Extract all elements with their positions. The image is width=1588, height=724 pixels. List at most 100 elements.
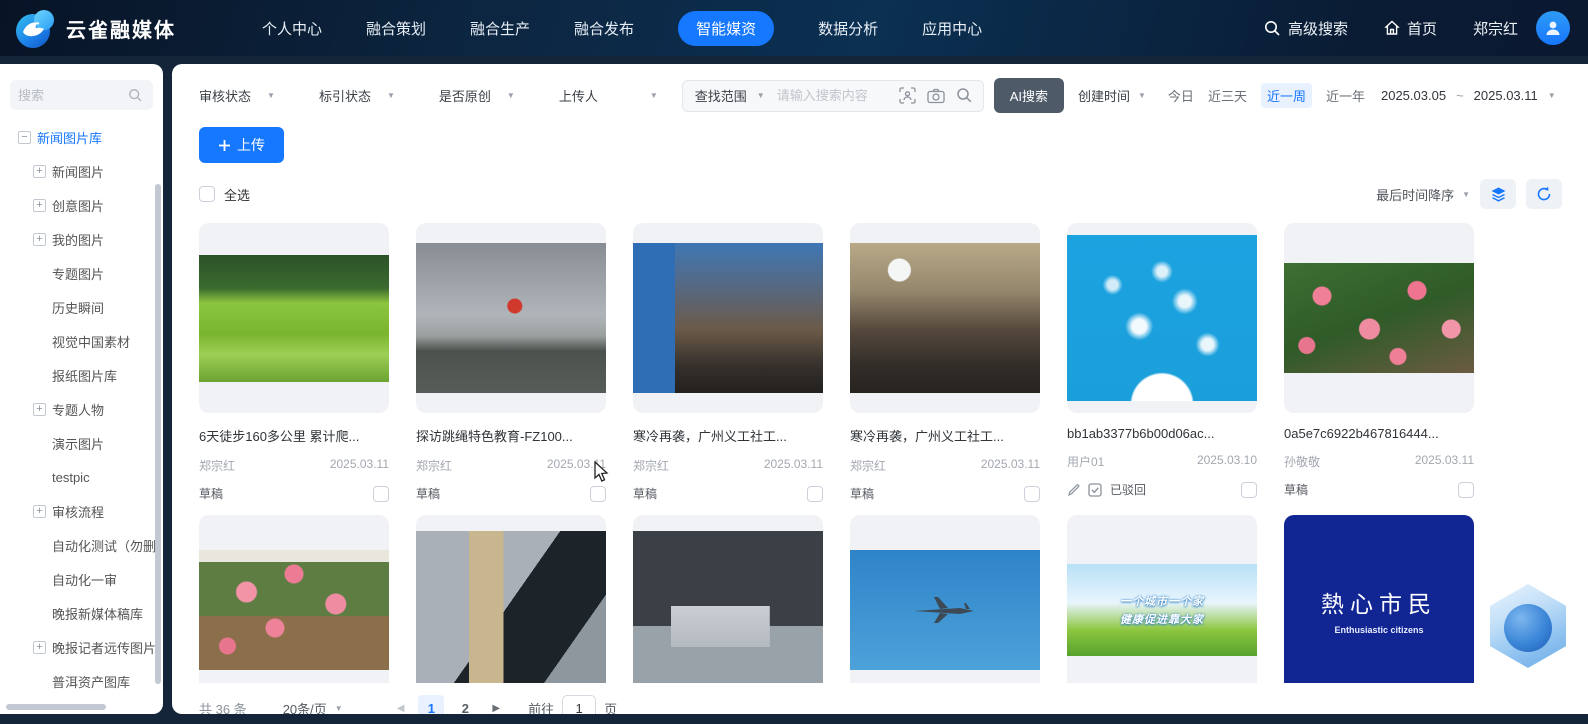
page-number-1-active[interactable]: 1 (418, 695, 444, 714)
tree-item-automation-test[interactable]: 自动化测试（勿删 (0, 528, 163, 562)
sidebar-search-box[interactable] (10, 80, 153, 110)
nav-item-planning[interactable]: 融合策划 (366, 11, 426, 46)
card-thumbnail[interactable] (199, 515, 389, 683)
edit-pencil-icon[interactable] (1067, 483, 1081, 497)
card-thumbnail[interactable] (416, 223, 606, 413)
card-thumbnail[interactable] (1067, 223, 1257, 413)
tree-item-topic-images[interactable]: 专题图片 (0, 256, 163, 290)
expand-icon[interactable]: + (33, 505, 46, 518)
user-avatar[interactable] (1536, 11, 1570, 45)
nav-item-app-center[interactable]: 应用中心 (922, 11, 982, 46)
select-all-checkbox[interactable] (199, 186, 215, 202)
search-icon[interactable] (956, 87, 973, 104)
tree-item-news-images[interactable]: +新闻图片 (0, 154, 163, 188)
tree-item-history-moments[interactable]: 历史瞬间 (0, 290, 163, 324)
upload-button[interactable]: 上传 (199, 127, 284, 163)
image-card[interactable] (850, 515, 1040, 683)
sidebar-vertical-scrollbar[interactable] (155, 184, 161, 684)
filter-original[interactable]: 是否原创▼ (439, 86, 515, 105)
tree-item-creative-images[interactable]: +创意图片 (0, 188, 163, 222)
time-field-dropdown[interactable]: 创建时间▼ (1078, 86, 1146, 105)
layers-view-button[interactable] (1480, 179, 1516, 209)
card-checkbox[interactable] (807, 486, 823, 502)
expand-icon[interactable]: + (33, 403, 46, 416)
card-checkbox[interactable] (1241, 482, 1257, 498)
face-search-icon[interactable] (899, 87, 916, 104)
date-to[interactable]: 2025.03.11 (1474, 88, 1538, 103)
prev-page-button[interactable]: ◀ (387, 703, 415, 714)
card-title[interactable]: 6天徒步160多公里 累计爬... (199, 426, 389, 445)
nav-item-personal[interactable]: 个人中心 (262, 11, 322, 46)
nav-item-production[interactable]: 融合生产 (470, 11, 530, 46)
card-thumbnail[interactable]: 一个城市一个家 健康促进靠大家 (1067, 515, 1257, 683)
advanced-search-link[interactable]: 高级搜索 (1264, 18, 1348, 39)
nav-item-data-analysis[interactable]: 数据分析 (818, 11, 878, 46)
image-card[interactable] (416, 515, 606, 683)
card-checkbox[interactable] (1024, 486, 1040, 502)
keyword-search-input[interactable] (777, 88, 895, 103)
refresh-button[interactable] (1526, 179, 1562, 209)
goto-page-input[interactable] (562, 695, 596, 714)
card-title[interactable]: bb1ab3377b6b00d06ac... (1067, 426, 1257, 441)
card-thumbnail[interactable] (633, 223, 823, 413)
nav-item-publishing[interactable]: 融合发布 (574, 11, 634, 46)
image-card[interactable] (633, 515, 823, 683)
tree-item-my-images[interactable]: +我的图片 (0, 222, 163, 256)
home-link[interactable]: 首页 (1384, 18, 1437, 39)
expand-icon[interactable]: + (33, 233, 46, 246)
tree-item-news-library[interactable]: −新闻图片库 (0, 120, 163, 154)
tree-item-newspaper-library[interactable]: 报纸图片库 (0, 358, 163, 392)
image-card[interactable]: 寒冷再袭，广州义工社工... 郑宗红2025.03.11 草稿 (850, 223, 1040, 502)
ai-search-button[interactable]: AI搜索 (994, 78, 1064, 113)
tree-item-evening-news-media[interactable]: 晚报新媒体稿库 (0, 596, 163, 630)
tree-item-testpic[interactable]: testpic (0, 460, 163, 494)
page-size-dropdown[interactable]: 20条/页▼ (283, 699, 343, 715)
card-title[interactable]: 寒冷再袭，广州义工社工... (633, 426, 823, 445)
brand[interactable]: 云雀融媒体 (16, 10, 176, 46)
page-number-2[interactable]: 2 (452, 695, 478, 714)
range-3days[interactable]: 近三天 (1208, 86, 1247, 105)
image-card[interactable]: bb1ab3377b6b00d06ac... 用户012025.03.10 已驳… (1067, 223, 1257, 502)
tree-item-topic-people[interactable]: +专题人物 (0, 392, 163, 426)
card-checkbox[interactable] (590, 486, 606, 502)
filter-review-status[interactable]: 审核状态▼ (199, 86, 275, 105)
collapse-icon[interactable]: − (18, 131, 31, 144)
tree-item-vcg-material[interactable]: 视觉中国素材 (0, 324, 163, 358)
date-from[interactable]: 2025.03.05 (1381, 88, 1446, 103)
sidebar-horizontal-scrollbar[interactable] (6, 704, 106, 710)
tree-item-review-flow[interactable]: +审核流程 (0, 494, 163, 528)
card-title[interactable]: 寒冷再袭，广州义工社工... (850, 426, 1040, 445)
image-card[interactable] (199, 515, 389, 683)
image-card[interactable]: 寒冷再袭，广州义工社工... 郑宗红2025.03.11 草稿 (633, 223, 823, 502)
next-page-button[interactable]: ▶ (482, 703, 510, 714)
image-card[interactable]: 一个城市一个家 健康促进靠大家 (1067, 515, 1257, 683)
range-today[interactable]: 今日 (1168, 86, 1194, 105)
expand-icon[interactable]: + (33, 641, 46, 654)
tree-item-demo-images[interactable]: 演示图片 (0, 426, 163, 460)
search-scope-dropdown[interactable]: 查找范围▼ (695, 86, 765, 105)
expand-icon[interactable]: + (33, 165, 46, 178)
card-thumbnail[interactable] (850, 515, 1040, 683)
filter-uploader[interactable]: 上传人▼ (559, 86, 658, 105)
card-thumbnail[interactable]: 熱心市民 Enthusiastic citizens (1284, 515, 1474, 683)
sidebar-search-input[interactable] (18, 88, 128, 103)
expand-icon[interactable]: + (33, 199, 46, 212)
image-card[interactable]: 熱心市民 Enthusiastic citizens (1284, 515, 1474, 683)
card-checkbox[interactable] (373, 486, 389, 502)
nav-item-smart-media-active[interactable]: 智能媒资 (678, 11, 774, 46)
sort-dropdown[interactable]: 最后时间降序▼ (1376, 185, 1470, 204)
card-thumbnail[interactable] (1284, 223, 1474, 413)
card-thumbnail[interactable] (633, 515, 823, 683)
username[interactable]: 郑宗红 (1473, 18, 1518, 39)
range-week-active[interactable]: 近一周 (1261, 83, 1312, 108)
card-checkbox[interactable] (1458, 482, 1474, 498)
card-title[interactable]: 0a5e7c6922b467816444... (1284, 426, 1474, 441)
range-year[interactable]: 近一年 (1326, 86, 1365, 105)
image-card[interactable]: 6天徒步160多公里 累计爬... 郑宗红2025.03.11 草稿 (199, 223, 389, 502)
image-card[interactable]: 0a5e7c6922b467816444... 孙敬敬2025.03.11 草稿 (1284, 223, 1474, 502)
date-range-picker[interactable]: 2025.03.05 ~ 2025.03.11 ▼ (1381, 88, 1556, 103)
camera-search-icon[interactable] (927, 88, 945, 104)
card-thumbnail[interactable] (416, 515, 606, 683)
tree-item-reporter-remote[interactable]: +晚报记者远传图片 (0, 630, 163, 664)
card-thumbnail[interactable] (199, 223, 389, 413)
